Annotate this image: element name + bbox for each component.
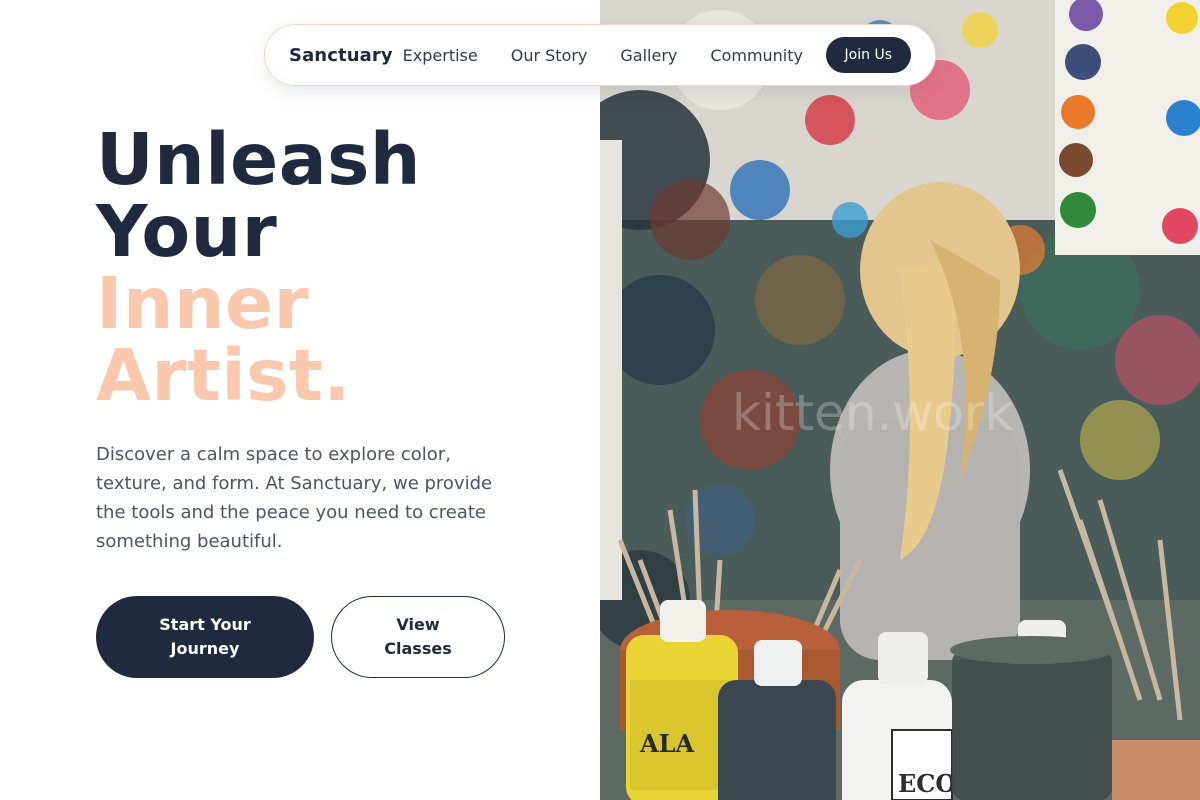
landing-page: ALA ECO kitten.work Sanctuary Expertise … [0, 0, 1200, 800]
view-classes-button[interactable]: View Classes [331, 596, 505, 678]
headline-line-4: Artist. [96, 334, 351, 417]
nav-link-our-story[interactable]: Our Story [511, 46, 588, 65]
nav-link-gallery[interactable]: Gallery [620, 46, 677, 65]
start-journey-button[interactable]: Start Your Journey [96, 596, 314, 678]
headline-line-2: Your [96, 190, 278, 273]
hero-headline: Unleash Your Inner Artist. [96, 124, 566, 412]
art-studio-photo: ALA ECO kitten.work [600, 0, 1200, 800]
nav-link-expertise[interactable]: Expertise [403, 46, 478, 65]
nav-links: Expertise Our Story Gallery Community [403, 46, 803, 65]
join-us-button[interactable]: Join Us [825, 37, 911, 73]
view-classes-label: View Classes [384, 615, 452, 658]
brand-logo[interactable]: Sanctuary [289, 45, 393, 66]
hero-image: ALA ECO kitten.work [600, 0, 1200, 800]
headline-line-1: Unleash [96, 118, 421, 201]
cta-row: Start Your Journey View Classes [96, 596, 566, 678]
bottle-label-1: ALA [639, 729, 694, 758]
start-journey-label: Start Your Journey [159, 615, 251, 658]
top-nav: Sanctuary Expertise Our Story Gallery Co… [264, 24, 936, 86]
hero-copy: Unleash Your Inner Artist. Discover a ca… [96, 124, 566, 678]
bottle-label-2: ECO [898, 769, 956, 798]
nav-link-community[interactable]: Community [710, 46, 803, 65]
hero-description: Discover a calm space to explore color, … [96, 444, 493, 552]
watermark-text: kitten.work [732, 384, 1013, 442]
headline-line-3: Inner [96, 262, 310, 345]
